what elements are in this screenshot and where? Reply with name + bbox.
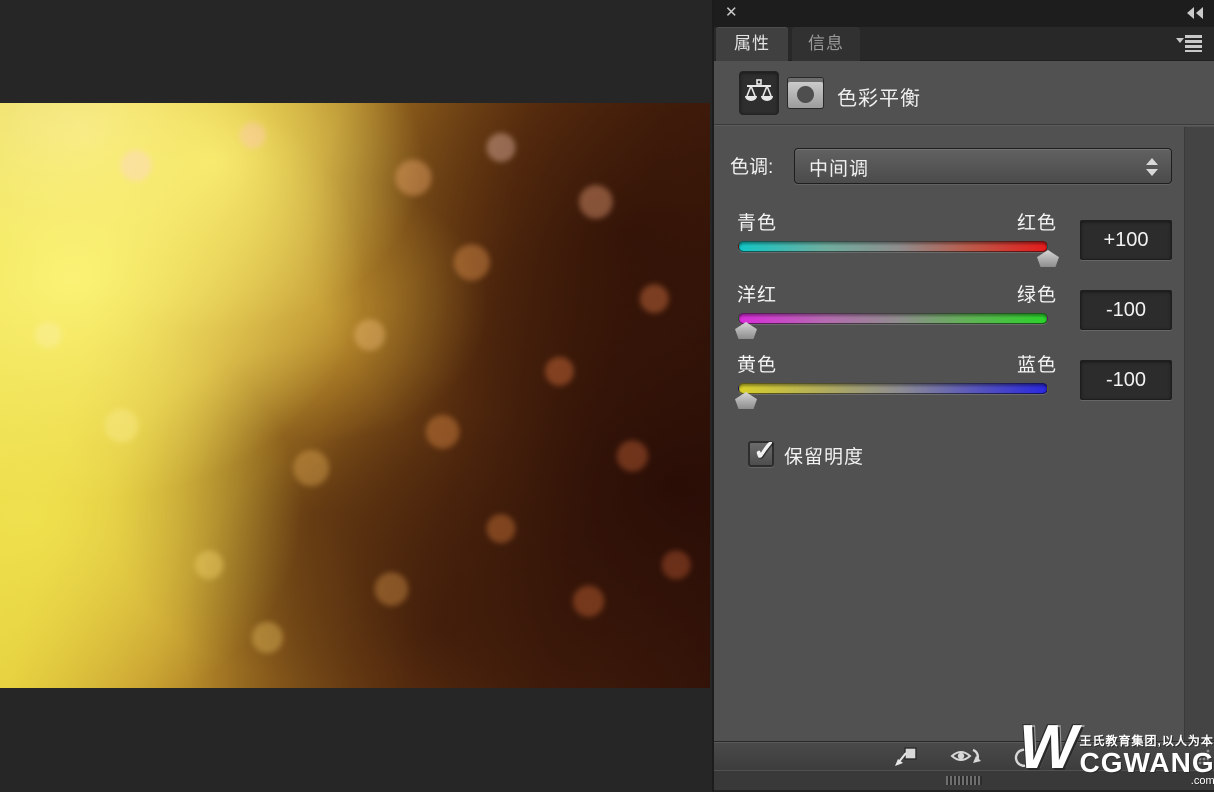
magenta-green-slider-thumb[interactable] (735, 322, 757, 339)
color-balance-adjustment-button[interactable] (739, 71, 779, 115)
slider-row-cyan-red: 青色 红色 (737, 208, 1059, 268)
close-icon[interactable]: ✕ (725, 4, 738, 22)
cyan-label: 青色 (737, 213, 778, 234)
clip-to-layer-icon (895, 747, 917, 766)
layer-mask-button[interactable] (787, 77, 824, 109)
magenta-label: 洋红 (737, 285, 778, 306)
collapse-panel-icon[interactable] (1186, 6, 1204, 20)
cyan-red-slider-thumb[interactable] (1037, 250, 1059, 267)
eye-previous-state-icon (950, 748, 981, 763)
slider-row-yellow-blue: 黄色 蓝色 (735, 350, 1057, 410)
scrollbar-track[interactable] (1184, 127, 1214, 741)
panel-resize-strip (714, 770, 1214, 792)
scales-icon (745, 79, 773, 101)
magenta-green-value-field[interactable]: -100 (1080, 290, 1172, 330)
properties-panel: ✕ 属性 信息 色彩平衡 色调: 中间调 青色 红色 +100 洋红 绿色 -1… (712, 0, 1214, 792)
panel-body: 色彩平衡 色调: 中间调 青色 红色 +100 洋红 绿色 -100 黄色 蓝色 (714, 61, 1214, 741)
panel-menu-icon[interactable] (1176, 35, 1202, 52)
updown-spinner-icon (1146, 158, 1158, 176)
menu-lines-icon (1176, 35, 1202, 52)
cyan-red-value-field[interactable]: +100 (1080, 220, 1172, 260)
panel-tabbar: 属性 信息 (714, 27, 1214, 61)
blue-label: 蓝色 (1016, 355, 1057, 376)
clip-to-layer-button[interactable] (886, 745, 926, 769)
tone-dropdown[interactable]: 中间调 (794, 148, 1172, 184)
tone-dropdown-value: 中间调 (809, 159, 870, 180)
down-triangle (1146, 169, 1158, 176)
mask-circle-icon (797, 86, 814, 103)
checkmark-icon: ✓ (753, 435, 777, 466)
panel-topbar: ✕ (714, 0, 1214, 27)
view-previous-state-button[interactable] (946, 745, 986, 769)
grip-dots (1194, 749, 1210, 765)
adjustment-title: 色彩平衡 (837, 88, 921, 110)
red-label: 红色 (1016, 213, 1057, 234)
up-triangle (1146, 158, 1158, 165)
yellow-label: 黄色 (737, 355, 778, 376)
canvas-area (0, 0, 712, 792)
yellow-blue-value-field[interactable]: -100 (1080, 360, 1172, 400)
reset-arrow-icon (1014, 748, 1034, 767)
magenta-green-slider-track[interactable] (738, 313, 1048, 324)
drag-handle[interactable] (946, 776, 982, 785)
slider-row-magenta-green: 洋红 绿色 (735, 280, 1057, 340)
bokeh-overlay (0, 103, 710, 688)
resize-grip-icon[interactable] (1193, 748, 1211, 766)
tone-label: 色调: (730, 157, 774, 178)
green-label: 绿色 (1016, 285, 1057, 306)
preserve-luminosity-checkbox[interactable]: ✓ (748, 435, 776, 467)
reset-adjustment-button[interactable] (1004, 745, 1044, 769)
double-left-arrow-icon (1187, 7, 1203, 19)
cyan-red-slider-track[interactable] (738, 241, 1048, 252)
panel-bottom-bar (714, 741, 1214, 770)
document-image (0, 103, 710, 688)
preserve-luminosity-label: 保留明度 (784, 447, 865, 468)
tab-properties[interactable]: 属性 (716, 27, 788, 61)
tab-info[interactable]: 信息 (792, 27, 860, 61)
adjustment-header: 色彩平衡 (714, 61, 1214, 125)
yellow-blue-slider-track[interactable] (738, 383, 1048, 394)
yellow-blue-slider-thumb[interactable] (735, 392, 757, 409)
